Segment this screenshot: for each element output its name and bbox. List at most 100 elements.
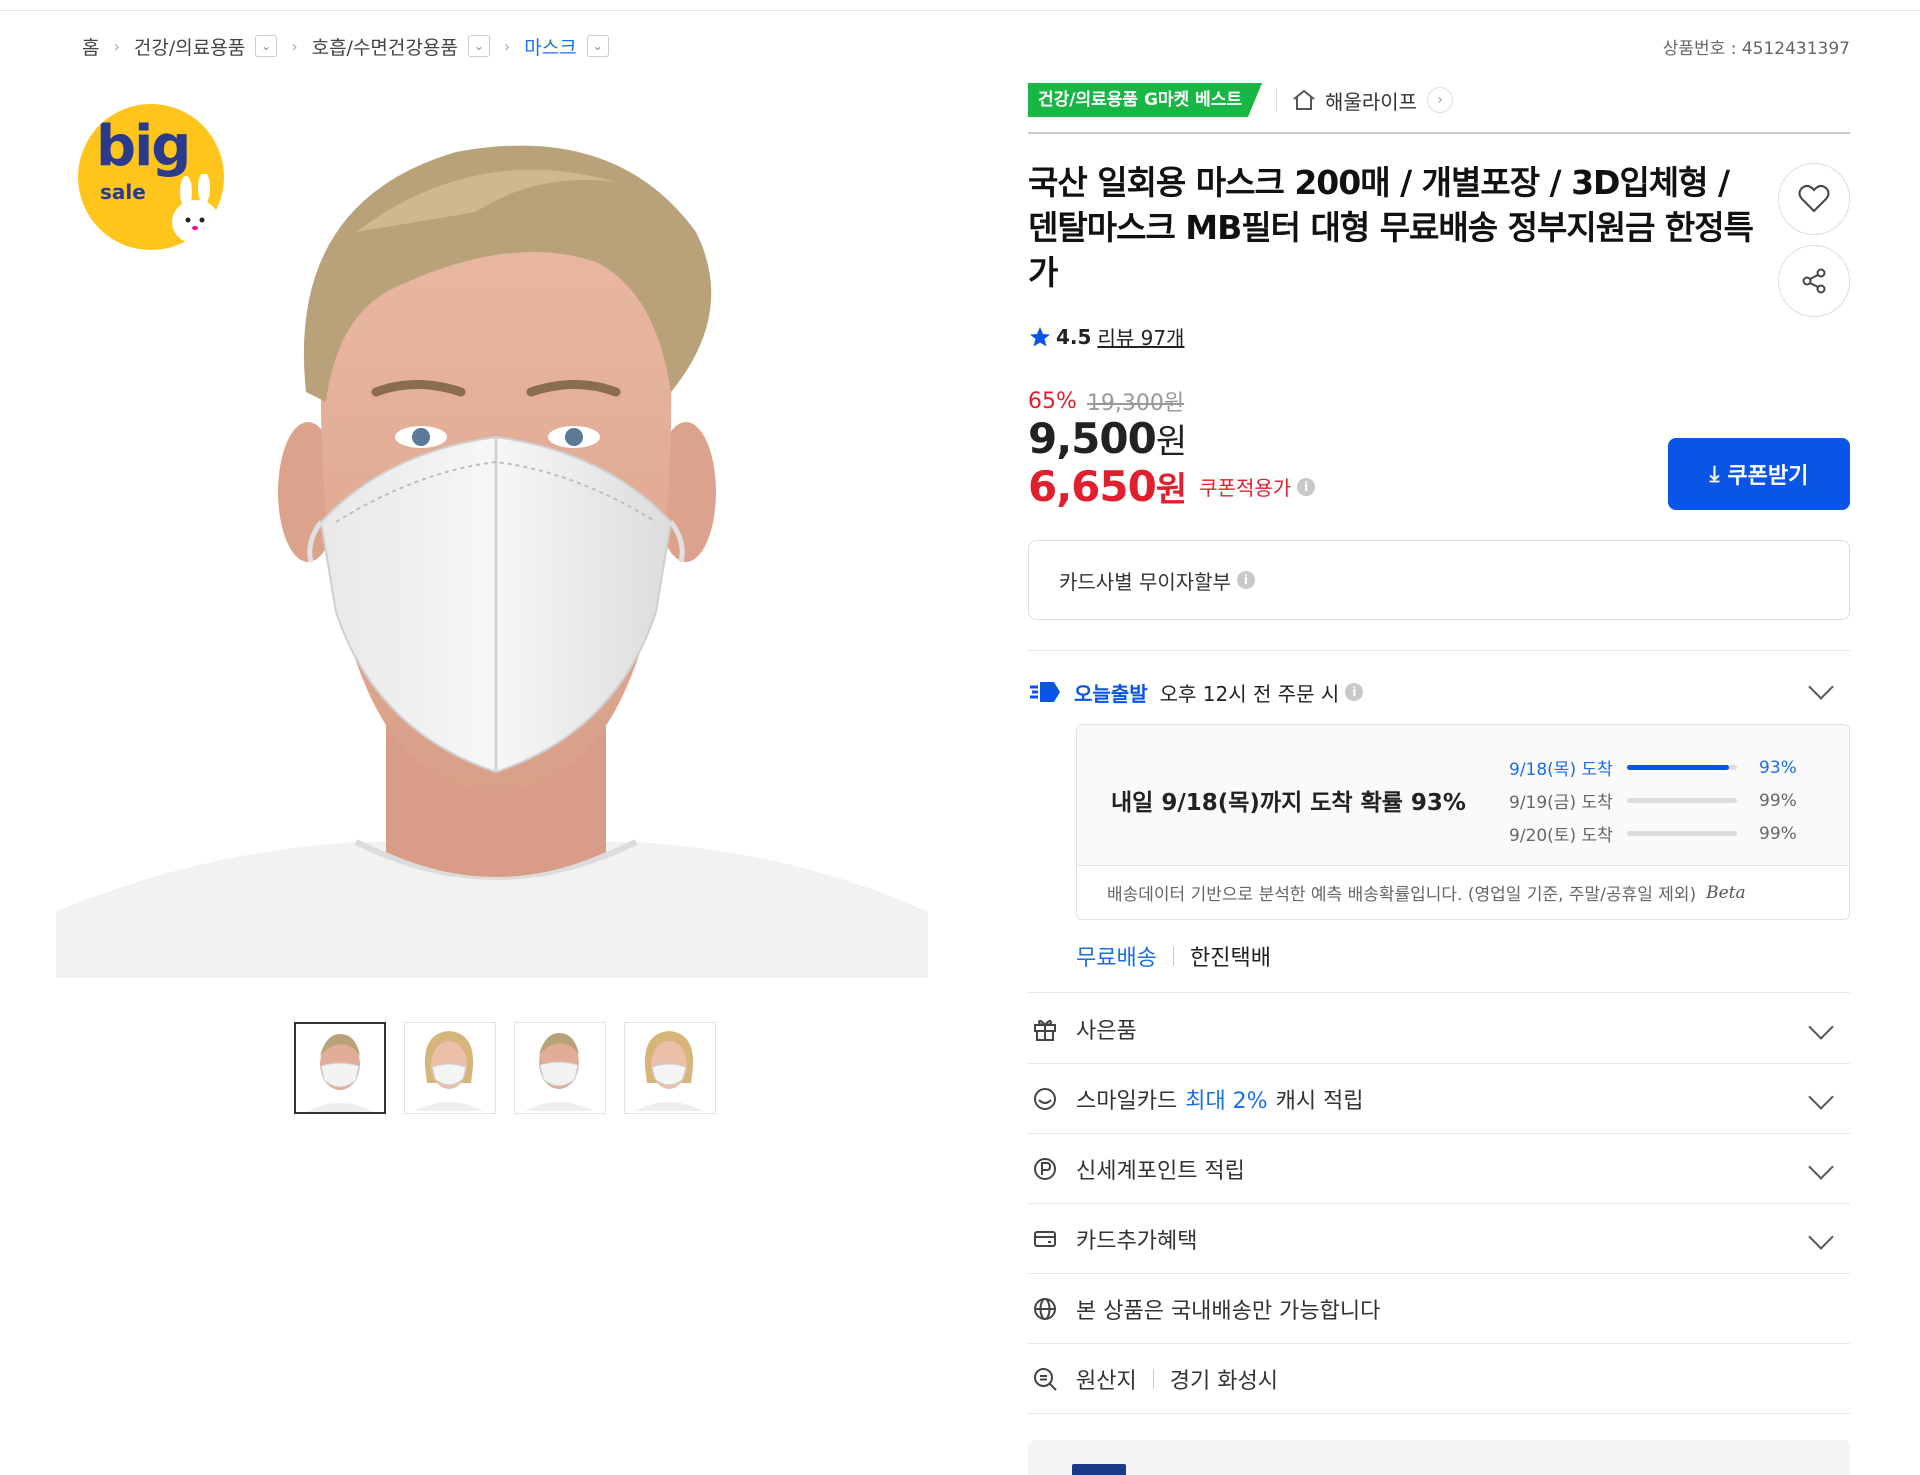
arrival-date: 9/18(목) 도착: [1509, 760, 1613, 780]
shipping-carrier: 한진택배: [1189, 946, 1271, 971]
section-divider: [1028, 650, 1850, 651]
gift-label: 사은품: [1076, 1019, 1137, 1044]
star-icon: [1030, 326, 1050, 346]
breadcrumb-home-label: 홈: [82, 36, 100, 59]
coupon-download-button[interactable]: ⤓ 쿠폰받기: [1668, 438, 1850, 510]
card-thumbnail: [1072, 1464, 1126, 1475]
sale-price: 9,500원: [1028, 414, 1187, 463]
chevron-down-icon[interactable]: ⌄: [586, 35, 609, 57]
today-ship-brand: 오늘출발: [1074, 681, 1148, 706]
arrival-percent: 93%: [1759, 757, 1797, 778]
best-badge[interactable]: 건강/의료용품 G마켓 베스트: [1028, 83, 1263, 117]
coupon-price-won: 원: [1155, 470, 1188, 510]
shipping-fee: 무료배송: [1076, 946, 1157, 971]
info-icon[interactable]: i: [1297, 477, 1316, 496]
share-icon: [1802, 268, 1826, 294]
card-extra-row[interactable]: 카드추가혜택: [1028, 1204, 1850, 1274]
chevron-down-icon[interactable]: [1808, 1014, 1834, 1040]
card-extra-label: 카드추가혜택: [1076, 1229, 1198, 1254]
section-divider: [1028, 992, 1850, 993]
heart-icon: [1798, 184, 1830, 213]
arrival-probability-list: 9/18(목) 도착 93% 9/19(금) 도착 99% 9/20(토) 도착…: [1509, 751, 1797, 850]
top-border: [0, 10, 1920, 11]
breadcrumb-breathing[interactable]: 호흡/수면건강용품 ⌄: [312, 33, 490, 60]
fast-delivery-icon: [1030, 682, 1060, 702]
discount-row: 65% 19,300원: [1028, 385, 1184, 417]
smile-card-suffix: 캐시 적립: [1275, 1089, 1364, 1114]
arrival-note-text: 배송데이터 기반으로 분석한 예측 배송확률입니다. (영업일 기준, 주말/공…: [1107, 885, 1697, 905]
share-button[interactable]: [1778, 245, 1850, 317]
gift-row[interactable]: 사은품: [1028, 994, 1850, 1064]
arrival-bar: [1627, 765, 1737, 770]
big-sale-sale-text: sale: [100, 180, 146, 204]
card-icon: [1028, 1222, 1062, 1256]
today-ship-row[interactable]: 오늘출발 오후 12시 전 주문 시 i: [1028, 672, 1850, 712]
badge-divider: [1276, 88, 1278, 112]
arrival-note: 배송데이터 기반으로 분석한 예측 배송확률입니다. (영업일 기준, 주말/공…: [1077, 865, 1849, 919]
smile-icon: [1028, 1082, 1062, 1116]
coupon-price-label: 쿠폰적용가: [1199, 476, 1292, 500]
arrival-row-1: 9/18(목) 도착 93%: [1509, 751, 1797, 784]
coupon-button-label: 쿠폰받기: [1727, 464, 1809, 489]
sale-price-value: 9,500: [1028, 414, 1157, 463]
breadcrumb-home[interactable]: 홈: [82, 33, 99, 60]
today-ship-condition: 오후 12시 전 주문 시: [1159, 681, 1340, 706]
thumbnail-3[interactable]: [514, 1022, 606, 1114]
shinsegae-point-label: 신세계포인트 적립: [1076, 1159, 1245, 1184]
arrival-percent: 99%: [1759, 823, 1797, 844]
installment-box[interactable]: 카드사별 무이자할부 i: [1028, 540, 1850, 620]
wishlist-button[interactable]: [1778, 163, 1850, 235]
origin-divider: [1152, 1369, 1154, 1389]
big-sale-badge: big sale: [78, 104, 224, 250]
thumbnail-4[interactable]: [624, 1022, 716, 1114]
shipping-divider: [1172, 946, 1174, 966]
badge-row: 건강/의료용품 G마켓 베스트 해울라이프 ›: [1028, 82, 1454, 118]
thumbnail-1[interactable]: [294, 1022, 386, 1114]
rating: 4.5 리뷰 97개: [1028, 322, 1184, 351]
chevron-down-icon[interactable]: [1808, 1154, 1834, 1180]
discount-rate: 65%: [1028, 388, 1077, 414]
gift-icon: [1028, 1012, 1062, 1046]
arrival-percent: 99%: [1759, 790, 1797, 811]
arrival-bar: [1627, 798, 1737, 803]
chevron-down-icon[interactable]: [1808, 1224, 1834, 1250]
globe-icon: [1028, 1292, 1062, 1326]
chevron-down-icon[interactable]: [1808, 674, 1834, 700]
arrival-bar-fill: [1627, 765, 1730, 770]
chevron-down-icon[interactable]: ⌄: [467, 35, 490, 57]
chevron-right-icon: ›: [291, 36, 298, 56]
coupon-price-value: 6,650: [1028, 462, 1157, 511]
chevron-right-icon: ›: [1427, 87, 1454, 113]
breadcrumb-mask-label: 마스크: [524, 36, 577, 59]
breadcrumb-mask[interactable]: 마스크 ⌄: [524, 33, 609, 60]
chevron-right-icon: ›: [113, 36, 120, 56]
rating-score: 4.5: [1056, 324, 1092, 349]
chevron-down-icon[interactable]: ⌄: [255, 35, 278, 57]
shinsegae-point-row[interactable]: 신세계포인트 적립: [1028, 1134, 1850, 1204]
download-icon: ⤓: [1709, 461, 1720, 487]
arrival-date: 9/20(토) 도착: [1509, 826, 1613, 846]
smile-card-row[interactable]: 스마일카드 최대 2% 캐시 적립: [1028, 1064, 1850, 1134]
store-link[interactable]: 해울라이프 ›: [1291, 86, 1454, 115]
thumbnail-2[interactable]: [404, 1022, 496, 1114]
chevron-down-icon[interactable]: [1808, 1084, 1834, 1110]
arrival-row-3: 9/20(토) 도착 99%: [1509, 817, 1797, 850]
product-title: 국산 일회용 마스크 200매 / 개별포장 / 3D입체형 / 덴탈마스크 M…: [1028, 163, 1754, 292]
bottom-banner: [1028, 1440, 1850, 1475]
arrival-date: 9/19(금) 도착: [1509, 793, 1613, 813]
review-count-link[interactable]: 리뷰 97개: [1097, 322, 1184, 351]
chevron-right-icon: ›: [503, 36, 511, 56]
magnifier-icon: [1028, 1362, 1062, 1396]
origin-row: 원산지 경기 화성시: [1028, 1344, 1850, 1414]
domestic-shipping-row: 본 상품은 국내배송만 가능합니다: [1028, 1274, 1850, 1344]
bunny-icon: [172, 174, 220, 244]
point-icon: [1028, 1152, 1062, 1186]
shipping-row: 무료배송 한진택배: [1076, 940, 1271, 972]
arrival-bar-fill: [1627, 798, 1736, 803]
breadcrumb-health[interactable]: 건강/의료용품 ⌄: [134, 33, 278, 60]
info-icon[interactable]: i: [1345, 683, 1364, 701]
sale-price-won: 원: [1155, 422, 1187, 462]
big-sale-big-text: big: [96, 114, 191, 179]
info-icon[interactable]: i: [1236, 571, 1255, 589]
arrival-bar-fill: [1627, 831, 1736, 836]
